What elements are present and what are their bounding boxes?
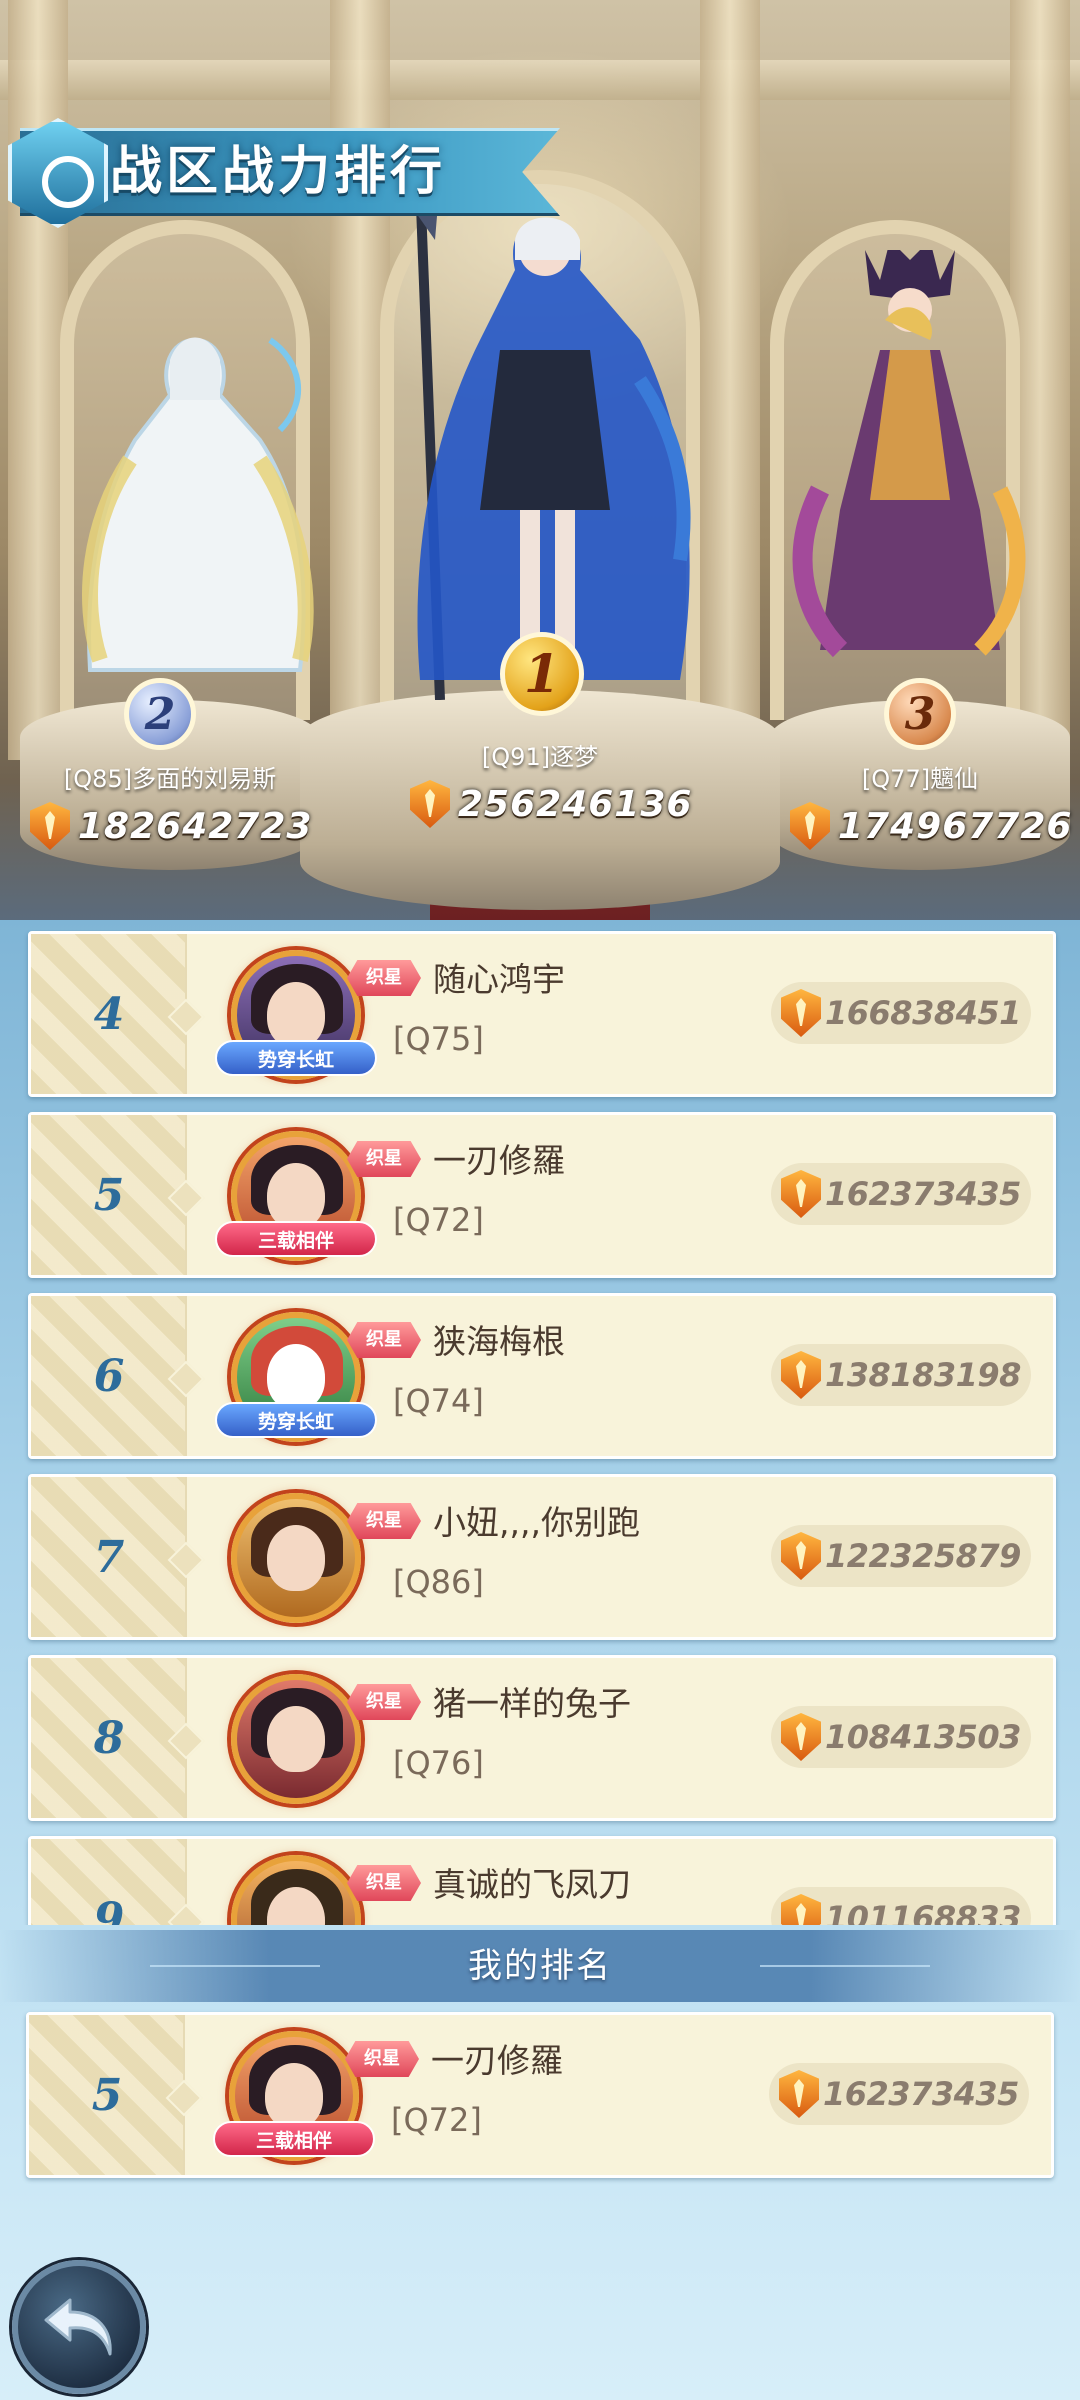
- avatar-frame-badge: 势穿长虹: [215, 1040, 377, 1076]
- player-name[interactable]: 真诚的飞凤刀: [433, 1861, 631, 1909]
- star-level-badge: 织星: [347, 1684, 421, 1720]
- page-title: 战区战力排行: [110, 142, 447, 202]
- character-first-place[interactable]: [380, 180, 710, 700]
- podium-1-power: 256246136: [410, 778, 692, 830]
- player-name[interactable]: 一刃修羅: [431, 2037, 563, 2085]
- server-tag: [Q72]: [391, 2101, 482, 2139]
- power-pill: 108413503: [771, 1706, 1031, 1768]
- player-name[interactable]: 小妞,,,,你别跑: [433, 1499, 640, 1547]
- power-value: 122325879: [825, 1537, 1021, 1575]
- podium-backdrop: 战区战力排行 1 2 3 [Q91]逐梦 [Q85]多面的刘易斯 [Q77]魑仙…: [0, 0, 1080, 920]
- power-shield-icon: [781, 1170, 821, 1218]
- avatar-frame-badge: 三载相伴: [213, 2121, 375, 2157]
- power-shield-icon: [781, 1713, 821, 1761]
- character-third-place[interactable]: [780, 250, 1040, 670]
- power-shield-icon: [781, 1894, 821, 1925]
- podium-1-name[interactable]: [Q91]逐梦: [390, 740, 690, 774]
- podium-2-power-value: 182642723: [78, 805, 313, 847]
- server-tag: [Q76]: [393, 1744, 484, 1782]
- power-shield-icon: [30, 802, 70, 850]
- server-tag: [Q75]: [393, 1020, 484, 1058]
- power-value: 162373435: [825, 1175, 1021, 1213]
- power-shield-icon: [781, 989, 821, 1037]
- my-rank-row[interactable]: 5 三载相伴 织星 一刃修羅 [Q72] 162373435: [26, 2012, 1054, 2178]
- server-tag: [Q86]: [393, 1563, 484, 1601]
- power-value: 101168833: [825, 1899, 1021, 1925]
- server-tag: [Q74]: [393, 1382, 484, 1420]
- rank-number: 5: [91, 2069, 123, 2121]
- power-value: 108413503: [825, 1718, 1021, 1756]
- player-name[interactable]: 随心鸿宇: [433, 956, 565, 1004]
- server-tag: [Q72]: [393, 1201, 484, 1239]
- player-name[interactable]: 一刃修羅: [433, 1137, 565, 1185]
- power-value: 138183198: [825, 1356, 1021, 1394]
- rank-2-medal-icon: 2: [124, 678, 196, 750]
- back-arrow-icon: [44, 2298, 112, 2356]
- ranking-row[interactable]: 9 织星 真诚的飞凤刀 101168833: [28, 1836, 1056, 1925]
- power-pill: 101168833: [771, 1887, 1031, 1925]
- rank-number: 4: [93, 988, 125, 1040]
- pillar: [8, 0, 68, 760]
- podium-3-name[interactable]: [Q77]魑仙: [770, 762, 1070, 796]
- player-name[interactable]: 狭海梅根: [433, 1318, 565, 1366]
- rank-3-medal-icon: 3: [884, 678, 956, 750]
- player-avatar[interactable]: [231, 1674, 361, 1804]
- power-shield-icon: [410, 780, 450, 828]
- avatar-frame-badge: 势穿长虹: [215, 1402, 377, 1438]
- star-level-badge: 织星: [347, 1865, 421, 1901]
- power-shield-icon: [790, 802, 830, 850]
- star-level-badge: 织星: [347, 1503, 421, 1539]
- rank-1-medal-icon: 1: [500, 632, 584, 716]
- ranking-list[interactable]: 4 势穿长虹 织星 随心鸿宇 [Q75] 166838451 5 三载相伴 织星: [0, 930, 1080, 1925]
- avatar-face: [267, 1706, 325, 1772]
- power-pill: 138183198: [771, 1344, 1031, 1406]
- ranking-row[interactable]: 7 织星 小妞,,,,你别跑 [Q86] 122325879: [28, 1474, 1056, 1640]
- star-level-badge: 织星: [347, 1322, 421, 1358]
- star-level-badge: 织星: [345, 2041, 419, 2077]
- character-second-place[interactable]: [70, 320, 320, 680]
- ranking-row[interactable]: 8 织星 猪一样的兔子 [Q76] 108413503: [28, 1655, 1056, 1821]
- rank-number: 9: [93, 1893, 125, 1926]
- balcony: [0, 60, 1080, 100]
- ranking-row[interactable]: 6 势穿长虹 织星 狭海梅根 [Q74] 138183198: [28, 1293, 1056, 1459]
- rank-number: 6: [93, 1350, 125, 1402]
- rank-number: 8: [93, 1712, 125, 1764]
- my-rank-label: 我的排名: [468, 1946, 612, 1986]
- avatar-face: [267, 1344, 325, 1410]
- podium-1-power-value: 256246136: [458, 783, 693, 825]
- power-value: 162373435: [823, 2075, 1019, 2113]
- player-name[interactable]: 猪一样的兔子: [433, 1680, 631, 1728]
- player-avatar[interactable]: [231, 1855, 361, 1925]
- power-shield-icon: [781, 1532, 821, 1580]
- podium-2-name[interactable]: [Q85]多面的刘易斯: [20, 762, 320, 796]
- ranking-row[interactable]: 4 势穿长虹 织星 随心鸿宇 [Q75] 166838451: [28, 931, 1056, 1097]
- back-button[interactable]: [12, 2260, 146, 2394]
- power-shield-icon: [781, 1351, 821, 1399]
- podium-2-power: 182642723: [30, 800, 312, 852]
- star-level-badge: 织星: [347, 1141, 421, 1177]
- avatar-face: [267, 1525, 325, 1591]
- star-level-badge: 织星: [347, 960, 421, 996]
- avatar-face: [265, 2063, 323, 2129]
- podium-3-power: 174967726: [790, 800, 1072, 852]
- rank-number: 7: [93, 1531, 125, 1583]
- player-avatar[interactable]: [231, 1493, 361, 1623]
- power-pill: 166838451: [771, 982, 1031, 1044]
- ranking-row[interactable]: 5 三载相伴 织星 一刃修羅 [Q72] 162373435: [28, 1112, 1056, 1278]
- avatar-face: [267, 982, 325, 1048]
- power-pill: 162373435: [769, 2063, 1029, 2125]
- power-pill: 162373435: [771, 1163, 1031, 1225]
- power-pill: 122325879: [771, 1525, 1031, 1587]
- avatar-frame-badge: 三载相伴: [215, 1221, 377, 1257]
- power-shield-icon: [779, 2070, 819, 2118]
- power-value: 166838451: [825, 994, 1021, 1032]
- avatar-face: [267, 1163, 325, 1229]
- rank-number: 5: [93, 1169, 125, 1221]
- game-screen: 战区战力排行 1 2 3 [Q91]逐梦 [Q85]多面的刘易斯 [Q77]魑仙…: [0, 0, 1080, 2400]
- podium-3-power-value: 174967726: [838, 805, 1073, 847]
